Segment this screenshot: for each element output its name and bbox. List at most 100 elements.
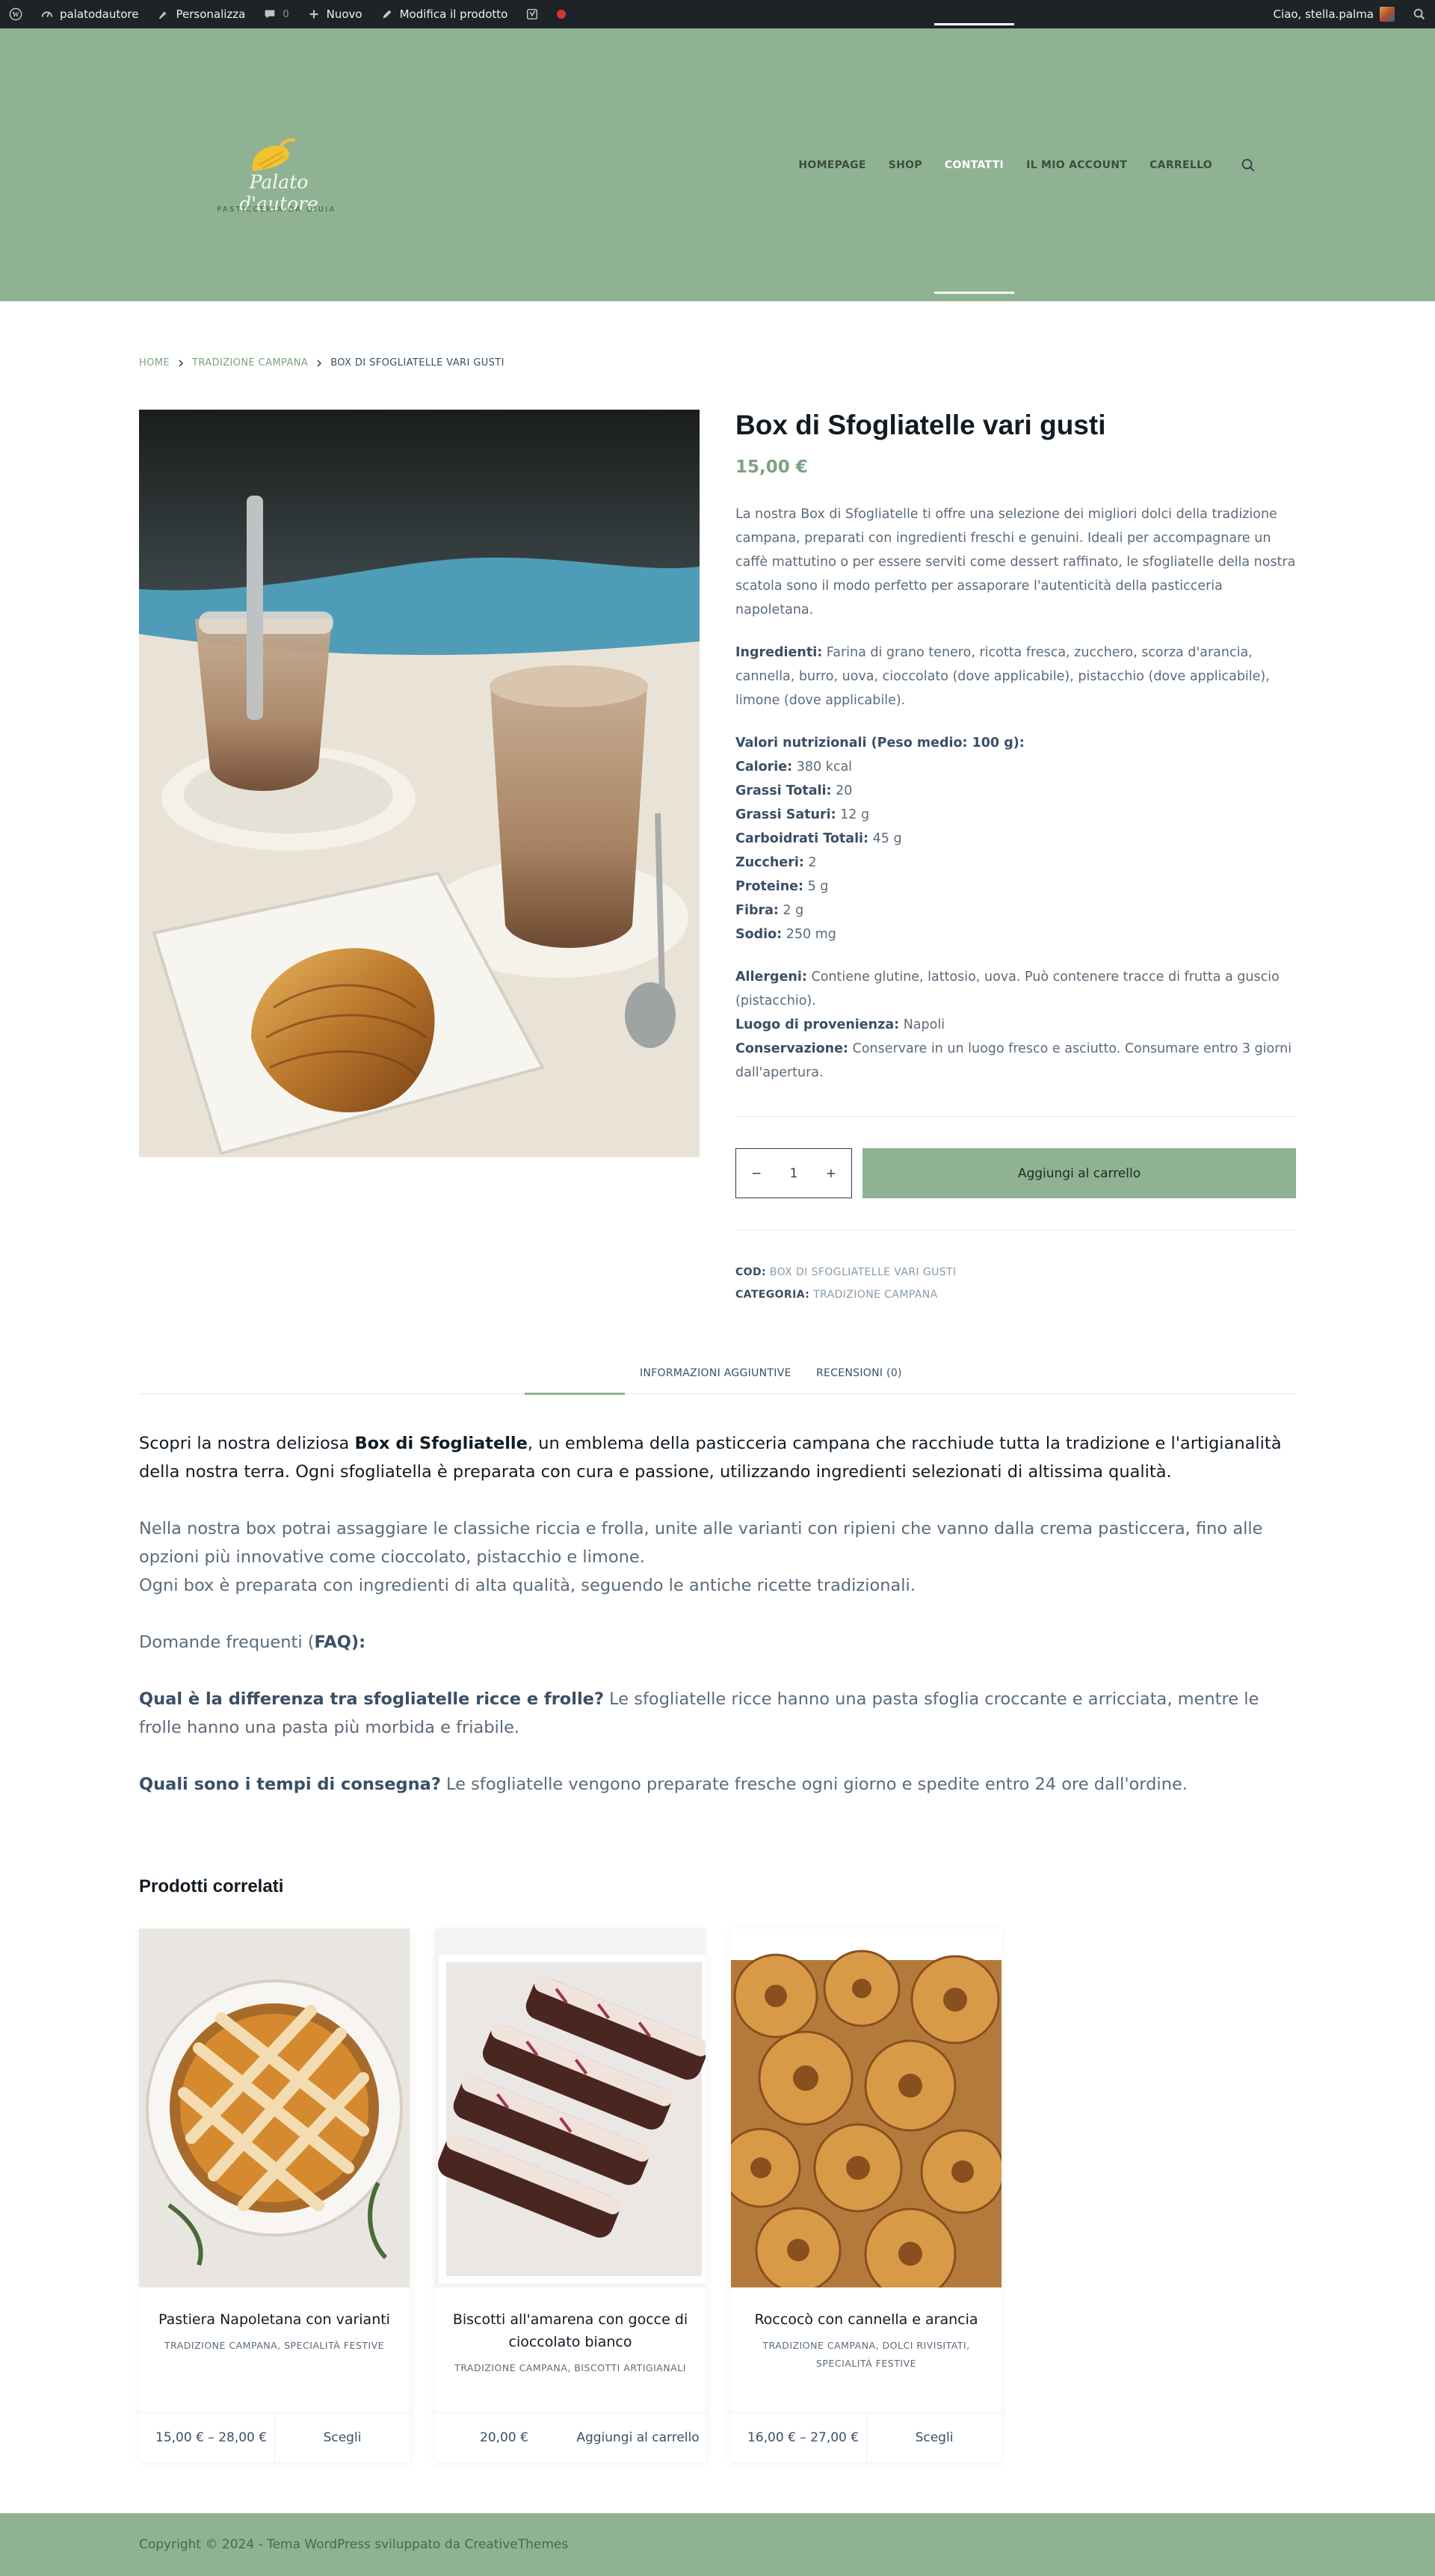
faq-answer: Le sfogliatelle vengono preparate fresch…: [440, 1775, 1188, 1794]
nutrition-label: Sodio:: [735, 927, 783, 942]
admin-bar: W palatodautore Personalizza 0 Nuovo Mod…: [0, 0, 1435, 28]
customize-label: Personalizza: [176, 7, 246, 21]
category-row: CATEGORIA: TRADIZIONE CAMPANA: [735, 1283, 1296, 1307]
divider: [735, 1116, 1296, 1117]
wordpress-menu[interactable]: W: [0, 0, 31, 28]
product-summary: Box di Sfogliatelle vari gusti 15,00 € L…: [735, 410, 1296, 1307]
product-card-title[interactable]: Biscotti all'amarena con gocce di ciocco…: [435, 2287, 706, 2353]
faq-question: Quali sono i tempi di consegna?: [139, 1775, 441, 1794]
site-footer: Copyright © 2024 - Tema WordPress svilup…: [0, 2513, 1435, 2576]
site-logo[interactable]: Palato d'autore PASTICCERIA DA GIUIA: [209, 122, 344, 234]
nutrition-value: 2 g: [778, 903, 804, 918]
product-card-title[interactable]: Pastiera Napoletana con varianti: [139, 2287, 410, 2331]
product-card-footer: 16,00 € – 27,00 € Scegli: [731, 2412, 1002, 2462]
product-card-title[interactable]: Roccocò con cannella e arancia: [731, 2287, 1002, 2331]
product-description: Scopri la nostra deliziosa Box di Sfogli…: [139, 1429, 1296, 1827]
description-box: Nella nostra box potrai assaggiare le cl…: [139, 1515, 1296, 1600]
select-options-button[interactable]: Scegli: [866, 2412, 1002, 2462]
yoast-menu[interactable]: [516, 0, 548, 28]
breadcrumb: HOME TRADIZIONE CAMPANA BOX DI SFOGLIATE…: [139, 357, 504, 369]
product-tabs: INFORMAZIONI AGGIUNTIVE RECENSIONI (0): [139, 1363, 1296, 1395]
description-intro: Scopri la nostra deliziosa Box di Sfogli…: [139, 1429, 1296, 1486]
quantity-stepper: − 1 +: [735, 1148, 852, 1198]
product-card-footer: 15,00 € – 28,00 € Scegli: [139, 2412, 410, 2462]
product-card-categories[interactable]: TRADIZIONE CAMPANA, SPECIALITÀ FESTIVE: [139, 2331, 410, 2355]
avatar: [1380, 7, 1395, 22]
nutrition-value: 5 g: [803, 879, 829, 894]
nutrition-label: Calorie:: [735, 759, 793, 774]
plus-icon: [309, 10, 318, 19]
storage-label: Conservazione:: [735, 1041, 848, 1056]
nutrition-label: Grassi Totali:: [735, 783, 832, 798]
box-text: Nella nostra box potrai assaggiare le cl…: [139, 1519, 1263, 1567]
product-card-categories[interactable]: TRADIZIONE CAMPANA, BISCOTTI ARTIGIANALI: [435, 2353, 706, 2377]
nutrition-value: 12 g: [836, 807, 870, 822]
nutrition-value: 20: [831, 783, 853, 798]
nav-homepage[interactable]: HOMEPAGE: [798, 159, 865, 171]
nav-cart[interactable]: CARRELLO: [1149, 159, 1212, 171]
product-card-categories[interactable]: TRADIZIONE CAMPANA, DOLCI RIVISITATI, SP…: [731, 2331, 1002, 2373]
product-card-image[interactable]: [731, 1929, 1002, 2287]
product-card[interactable]: Roccocò con cannella e arancia TRADIZION…: [731, 1929, 1002, 2462]
sku-value: BOX DI SFOGLIATELLE VARI GUSTI: [769, 1266, 957, 1278]
allergens-value: Contiene glutine, lattosio, uova. Può co…: [735, 970, 1280, 1008]
category-label: CATEGORIA:: [735, 1289, 810, 1301]
wordpress-icon: W: [9, 7, 22, 21]
category-link[interactable]: TRADIZIONE CAMPANA: [813, 1289, 938, 1301]
intro-highlight: Box di Sfogliatelle: [354, 1434, 528, 1453]
faq-abbr: FAQ):: [314, 1633, 366, 1652]
brush-icon: [159, 11, 167, 19]
breadcrumb-home[interactable]: HOME: [139, 357, 170, 369]
product-card[interactable]: Biscotti all'amarena con gocce di ciocco…: [435, 1929, 706, 2462]
comment-icon: [265, 10, 275, 19]
product-card-price: 20,00 €: [480, 2429, 528, 2445]
site-name-link[interactable]: palatodautore: [31, 0, 147, 28]
customize-link[interactable]: Personalizza: [147, 0, 254, 28]
breadcrumb-category[interactable]: TRADIZIONE CAMPANA: [192, 357, 308, 369]
product-details: Allergeni: Contiene glutine, lattosio, u…: [735, 965, 1296, 1085]
product-image[interactable]: [139, 410, 700, 1157]
tab-reviews[interactable]: RECENSIONI (0): [816, 1367, 902, 1379]
biscotti-amarena-photo: [435, 1929, 706, 2287]
product-card-image[interactable]: [139, 1929, 410, 2287]
add-to-cart-form: − 1 + Aggiungi al carrello: [735, 1148, 1296, 1198]
nutrition-label: Carboidrati Totali:: [735, 831, 869, 846]
account-menu[interactable]: Ciao, stella.palma: [1265, 0, 1404, 28]
origin-value: Napoli: [899, 1017, 945, 1032]
svg-text:W: W: [13, 11, 19, 19]
product-price: 15,00 €: [735, 457, 808, 477]
add-to-cart-button[interactable]: Aggiungi al carrello: [570, 2413, 706, 2462]
recording-indicator[interactable]: [548, 0, 575, 28]
admin-search[interactable]: [1404, 0, 1435, 28]
faq-item: Quali sono i tempi di consegna? Le sfogl…: [139, 1770, 1296, 1799]
nutrition-title: Valori nutrizionali (Peso medio: 100 g):: [735, 736, 1025, 751]
origin-label: Luogo di provenienza:: [735, 1017, 900, 1032]
search-icon[interactable]: [1241, 158, 1256, 173]
chevron-right-icon: [179, 359, 184, 367]
quantity-input[interactable]: 1: [790, 1166, 798, 1181]
yoast-icon: [527, 8, 538, 20]
product-card-image[interactable]: [435, 1929, 706, 2287]
product-meta: COD: BOX DI SFOGLIATELLE VARI GUSTI CATE…: [735, 1260, 1296, 1307]
comments-link[interactable]: 0: [254, 0, 297, 28]
site-name: palatodautore: [60, 7, 139, 21]
nav-contatti[interactable]: CONTATTI: [933, 22, 1015, 294]
new-content-link[interactable]: Nuovo: [298, 0, 371, 28]
nutrition-value: 380 kcal: [792, 759, 853, 774]
product-card-price: 15,00 € – 28,00 €: [155, 2429, 268, 2445]
increase-quantity-button[interactable]: +: [826, 1166, 836, 1181]
nav-account[interactable]: IL MIO ACCOUNT: [1026, 159, 1127, 171]
allergens-label: Allergeni:: [735, 970, 807, 985]
edit-product-link[interactable]: Modifica il prodotto: [371, 0, 517, 28]
select-options-button[interactable]: Scegli: [274, 2412, 410, 2462]
decrease-quantity-button[interactable]: −: [751, 1166, 762, 1181]
record-dot-icon: [557, 10, 567, 19]
sku-row: COD: BOX DI SFOGLIATELLE VARI GUSTI: [735, 1260, 1296, 1284]
site-header: Palato d'autore PASTICCERIA DA GIUIA HOM…: [0, 22, 1435, 301]
add-to-cart-button[interactable]: Aggiungi al carrello: [862, 1148, 1296, 1198]
product-card[interactable]: Pastiera Napoletana con varianti TRADIZI…: [139, 1929, 410, 2462]
tab-additional-info[interactable]: INFORMAZIONI AGGIUNTIVE: [640, 1367, 791, 1379]
nav-shop[interactable]: SHOP: [889, 159, 922, 171]
comments-count: 0: [283, 8, 289, 20]
nutrition-label: Grassi Saturi:: [735, 807, 836, 822]
